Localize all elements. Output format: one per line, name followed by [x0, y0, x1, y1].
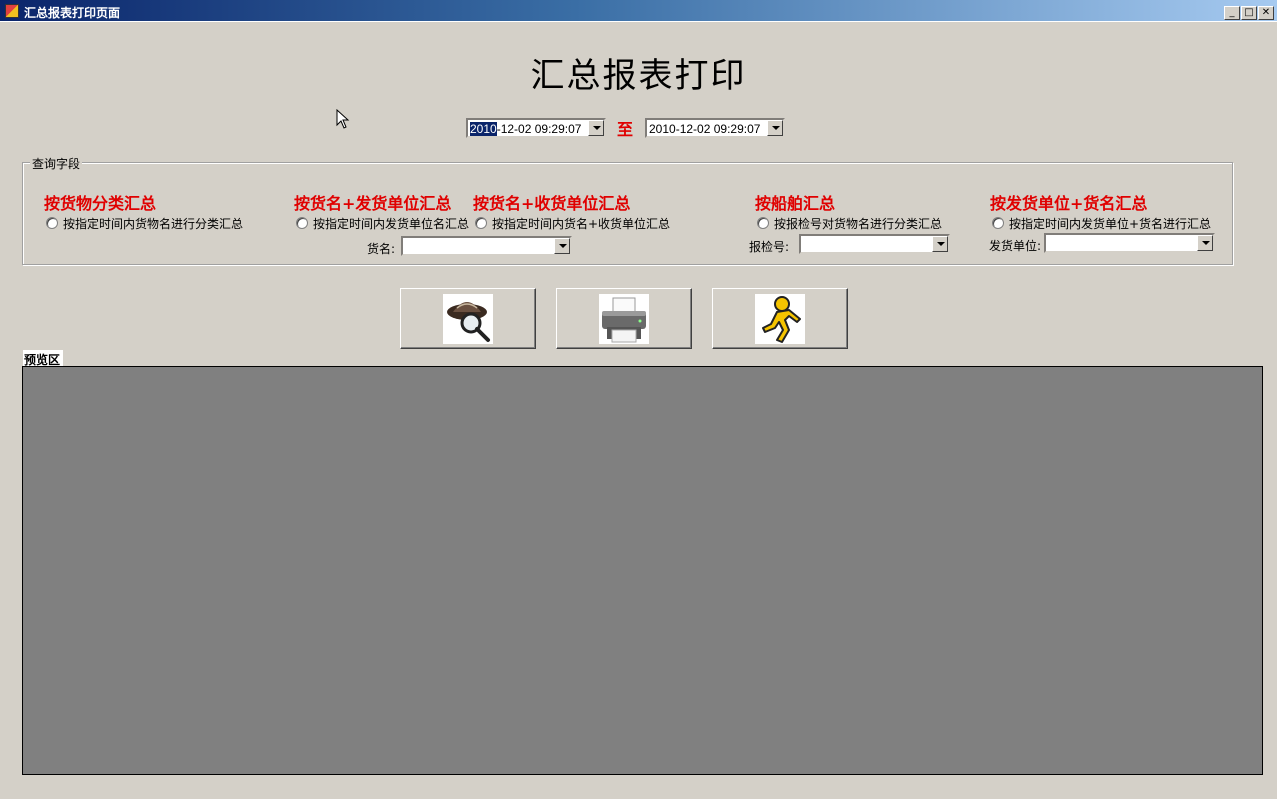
radio-label: 按指定时间内货物名进行分类汇总: [63, 217, 244, 231]
inspection-no-combo[interactable]: [799, 234, 950, 254]
radio-goods-receiver[interactable]: 按指定时间内货名+收货单位汇总: [475, 215, 670, 232]
shipper-combo[interactable]: [1044, 233, 1215, 253]
radio-circle-icon[interactable]: [992, 217, 1004, 229]
running-man-icon: [755, 294, 805, 344]
end-date-dropdown-icon[interactable]: [767, 120, 783, 136]
start-date-picker[interactable]: 2010-12-02 09:29:07: [466, 118, 606, 138]
section-title-shipper-goods: 按发货单位+货名汇总: [990, 194, 1148, 213]
section-title-goods-category: 按货物分类汇总: [44, 194, 157, 213]
radio-circle-icon[interactable]: [296, 217, 308, 229]
section-title-ship: 按船舶汇总: [755, 194, 836, 213]
radio-label: 按报检号对货物名进行分类汇总: [774, 217, 943, 231]
minimize-button[interactable]: _: [1224, 6, 1240, 20]
close-button[interactable]: ✕: [1258, 6, 1274, 20]
preview-area: [22, 366, 1263, 775]
start-date-rest: -12-02 09:29:07: [496, 122, 582, 136]
detective-magnifier-icon: [443, 294, 493, 344]
goods-name-dropdown-icon[interactable]: [554, 238, 570, 254]
preview-tab-label[interactable]: 预览区: [22, 349, 64, 367]
radio-label: 按指定时间内货名+收货单位汇总: [492, 217, 671, 231]
radio-goods-shipper[interactable]: 按指定时间内发货单位名汇总: [296, 215, 469, 232]
page-title: 汇总报表打印: [530, 56, 747, 96]
section-title-goods-shipper: 按货名+发货单位汇总: [294, 194, 452, 213]
start-date-year-selected: 2010: [470, 122, 497, 136]
inspection-no-dropdown-icon[interactable]: [932, 236, 948, 252]
radio-circle-icon[interactable]: [757, 217, 769, 229]
search-button[interactable]: [400, 288, 536, 349]
shipper-dropdown-icon[interactable]: [1197, 235, 1213, 251]
radio-goods-category[interactable]: 按指定时间内货物名进行分类汇总: [46, 215, 243, 232]
radio-label: 按指定时间内发货单位名汇总: [313, 217, 470, 231]
printer-icon: [599, 294, 649, 344]
radio-circle-icon[interactable]: [46, 217, 58, 229]
radio-shipper-goods[interactable]: 按指定时间内发货单位+货名进行汇总: [992, 215, 1211, 232]
radio-circle-icon[interactable]: [475, 217, 487, 229]
mouse-cursor-icon: [336, 109, 350, 129]
app-icon: [5, 4, 19, 18]
goods-name-label: 货名:: [367, 242, 396, 256]
maximize-button[interactable]: □: [1241, 6, 1257, 20]
goods-name-combo[interactable]: [401, 236, 572, 256]
start-date-dropdown-icon[interactable]: [588, 120, 604, 136]
end-date-picker[interactable]: 2010-12-02 09:29:07: [645, 118, 785, 138]
end-date-value: 2010-12-02 09:29:07: [649, 122, 761, 136]
radio-label: 按指定时间内发货单位+货名进行汇总: [1009, 217, 1212, 231]
inspection-no-label: 报检号:: [749, 240, 790, 254]
query-group-legend: 查询字段: [30, 155, 83, 172]
window-title: 汇总报表打印页面: [24, 6, 121, 20]
exit-button[interactable]: [712, 288, 848, 349]
section-title-goods-receiver: 按货名+收货单位汇总: [473, 194, 631, 213]
title-bar: 汇总报表打印页面 _ □ ✕: [0, 0, 1277, 22]
print-button[interactable]: [556, 288, 692, 349]
shipper-label: 发货单位:: [989, 239, 1042, 253]
date-range-separator: 至: [617, 120, 634, 139]
radio-ship[interactable]: 按报检号对货物名进行分类汇总: [757, 215, 942, 232]
